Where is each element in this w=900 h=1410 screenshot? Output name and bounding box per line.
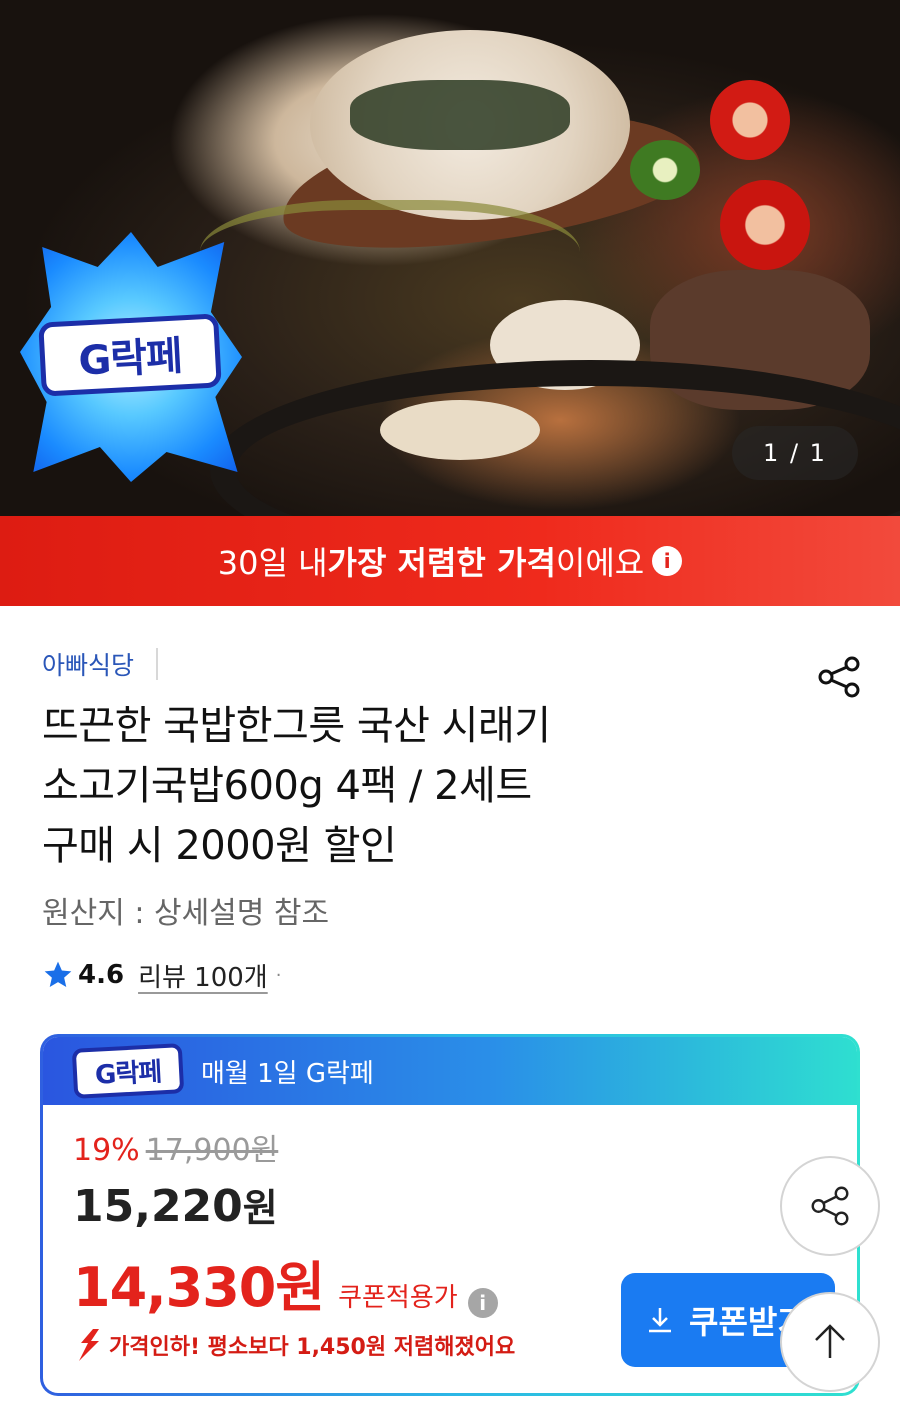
store-name-link[interactable]: 아빠식당 xyxy=(42,646,134,682)
deal-header-text: 매월 1일 G락페 xyxy=(201,1058,374,1089)
rating-row[interactable]: 4.6 리뷰 100개 · xyxy=(42,955,281,995)
image-counter-text: 1 / 1 xyxy=(763,439,827,467)
discount-row: 19% 17,900원 xyxy=(73,1125,278,1169)
price-drop-notice: 가격인하! 평소보다 1,450원 저렴해졌어요 xyxy=(73,1327,515,1363)
star-icon xyxy=(44,961,72,987)
share-icon xyxy=(811,1186,849,1226)
coupon-price: 14,330원 xyxy=(73,1256,325,1319)
arrow-up-icon xyxy=(815,1324,845,1358)
store-row: 아빠식당 xyxy=(42,644,159,684)
deal-logo-text: G락페 xyxy=(94,1056,162,1091)
title-line: 구매 시 2000원 할인 xyxy=(42,823,397,869)
coupon-price-row: 14,330원 쿠폰적용가 i xyxy=(73,1243,498,1322)
info-icon[interactable]: i xyxy=(467,1288,498,1318)
image-counter: 1 / 1 xyxy=(732,426,858,480)
coupon-price-label: 쿠폰적용가 xyxy=(338,1283,458,1313)
g-lakpe-badge-label: G락페 xyxy=(38,313,222,397)
store-divider xyxy=(156,648,159,680)
badge-text: G락페 xyxy=(77,333,184,385)
sale-price-unit: 원 xyxy=(242,1186,278,1230)
reviews-link[interactable]: 리뷰 100개 xyxy=(138,957,268,994)
sale-price: 15,220원 xyxy=(73,1177,278,1232)
download-icon xyxy=(649,1308,671,1333)
price-drop-text: 가격인하! 평소보다 1,450원 저렴해졌어요 xyxy=(109,1335,516,1360)
greens-shape xyxy=(350,80,570,150)
banner-suffix: 이에요 xyxy=(555,544,645,582)
title-line: 소고기국밥600g 4팩 / 2세트 xyxy=(42,763,532,809)
banner-prefix: 30일 내 xyxy=(217,544,328,582)
product-title: 뜨끈한 국밥한그릇 국산 시래기 소고기국밥600g 4팩 / 2세트 구매 시… xyxy=(42,696,742,876)
origin-text: 원산지 : 상세설명 참조 xyxy=(42,896,330,931)
separator-dot: · xyxy=(275,964,282,986)
lowest-price-banner[interactable]: 30일 내 가장 저렴한 가격 이에요 i xyxy=(0,516,900,606)
pepper-shape xyxy=(720,180,810,270)
discount-percent: 19% xyxy=(73,1133,140,1168)
original-price: 17,900원 xyxy=(145,1133,279,1168)
share-icon[interactable] xyxy=(814,652,864,702)
floating-share-button[interactable] xyxy=(780,1156,880,1256)
title-line: 뜨끈한 국밥한그릇 국산 시래기 xyxy=(42,703,551,749)
scroll-to-top-button[interactable] xyxy=(780,1292,880,1392)
pepper-shape xyxy=(710,80,790,160)
product-hero-image[interactable]: G락페 1 / 1 xyxy=(0,0,900,516)
info-icon[interactable]: i xyxy=(652,546,683,576)
sale-price-number: 15,220 xyxy=(73,1181,243,1232)
banner-emphasis: 가장 저렴한 가격 xyxy=(327,544,556,582)
green-pepper-shape xyxy=(630,140,700,200)
deal-header: G락페 매월 1일 G락페 xyxy=(43,1037,857,1105)
rating-value: 4.6 xyxy=(78,960,125,990)
g-lakpe-logo: G락페 xyxy=(71,1043,185,1099)
deal-card: G락페 매월 1일 G락페 19% 17,900원 15,220원 14,330… xyxy=(40,1034,860,1396)
price-down-arrow-icon xyxy=(79,1329,99,1361)
